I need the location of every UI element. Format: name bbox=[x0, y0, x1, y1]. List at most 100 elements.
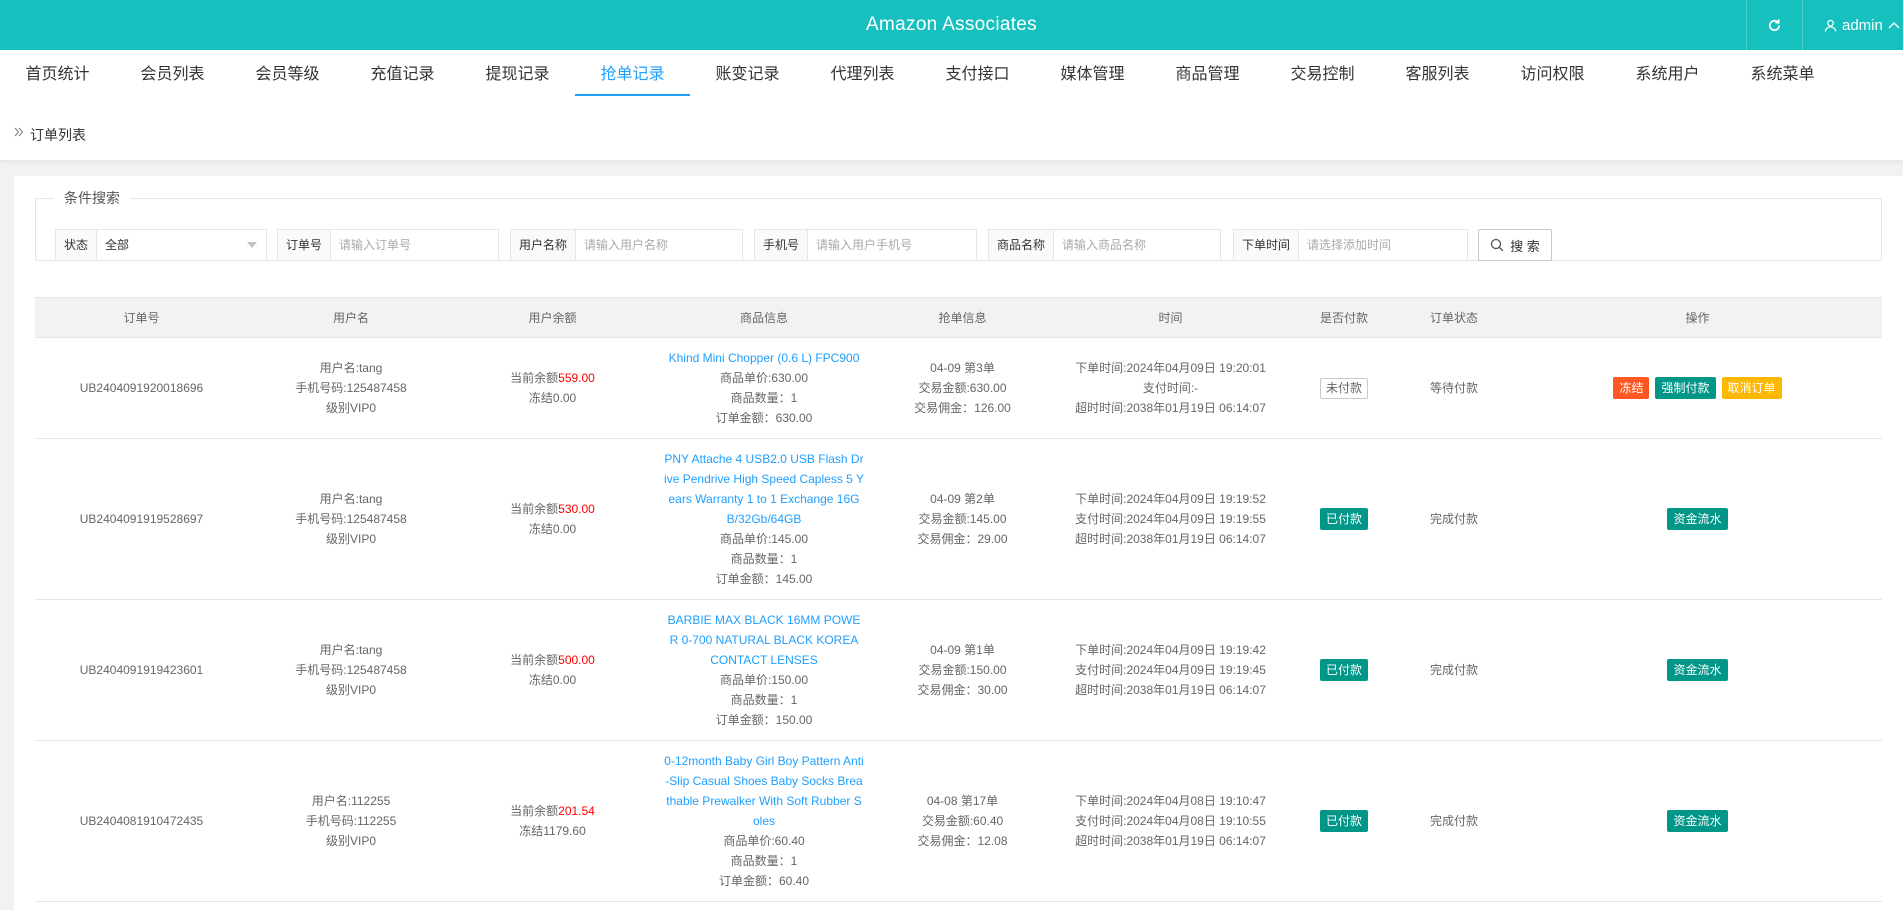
grab-info-cell: 04-09 第2单 交易金额:145.00 交易佣金：29.00 bbox=[877, 438, 1048, 600]
cancel-order-button[interactable]: 取消订单 bbox=[1721, 377, 1782, 399]
nav-tab[interactable]: 支付接口 bbox=[920, 50, 1035, 98]
search-button[interactable]: 搜 索 bbox=[1478, 229, 1552, 261]
balance-label: 当前余额 bbox=[510, 371, 559, 385]
username-input[interactable] bbox=[576, 230, 742, 260]
user-menu[interactable]: admin bbox=[1824, 0, 1900, 50]
column-header: 用户余额 bbox=[454, 297, 651, 338]
top-bar: Amazon Associates admin bbox=[0, 0, 1903, 50]
trade-amount: 交易金额:145.00 bbox=[918, 512, 1007, 526]
order-no-cell: UB2404091919423601 bbox=[35, 599, 248, 741]
nav-tab[interactable]: 首页统计 bbox=[0, 50, 115, 98]
nav-tab[interactable]: 系统用户 bbox=[1610, 50, 1725, 98]
user-cell: 用户名:tang 手机号码:125487458 级别VIP0 bbox=[248, 337, 454, 439]
search-legend: 条件搜索 bbox=[64, 190, 120, 206]
commission: 交易佣金：29.00 bbox=[917, 532, 1008, 546]
product-name-link[interactable]: Khind Mini Chopper (0.6 L) FPC900 bbox=[664, 348, 864, 368]
order-no-cell: UB2404091920018696 bbox=[35, 337, 248, 439]
pay-time: 支付时间:2024年04月09日 19:19:55 bbox=[1075, 512, 1266, 526]
nav-tab[interactable]: 代理列表 bbox=[805, 50, 920, 98]
user-level: 级别VIP0 bbox=[325, 532, 377, 546]
fund-flow-button[interactable]: 资金流水 bbox=[1667, 810, 1728, 832]
column-header: 商品信息 bbox=[651, 297, 877, 338]
username-field: 用户名称 bbox=[510, 229, 743, 261]
product-cell: 0-12month Baby Girl Boy Pattern Anti-Sli… bbox=[651, 740, 877, 902]
grab-info: 04-09 第3单 bbox=[930, 361, 995, 375]
paid-cell: 已付款 bbox=[1293, 740, 1395, 902]
fund-flow-button[interactable]: 资金流水 bbox=[1667, 508, 1728, 530]
product-name-link[interactable]: 0-12month Baby Girl Boy Pattern Anti-Sli… bbox=[664, 751, 864, 831]
expire-time: 超时时间:2038年01月19日 06:14:07 bbox=[1075, 683, 1266, 697]
quantity: 商品数量：1 bbox=[730, 391, 798, 405]
status-cell: 完成付款 bbox=[1395, 740, 1513, 902]
nav-tab[interactable]: 客服列表 bbox=[1380, 50, 1495, 98]
user-name: 用户名:tang bbox=[319, 643, 383, 657]
actions-cell: 资金流水 bbox=[1513, 438, 1882, 600]
phone-input[interactable] bbox=[808, 230, 976, 260]
grab-info: 04-09 第1单 bbox=[930, 643, 995, 657]
main-nav: 首页统计 会员列表 会员等级 充值记录 提现记录 抢单记录 账变记录 代理列表 支付接口 媒体管理… bbox=[0, 50, 1903, 98]
column-header: 订单号 bbox=[35, 297, 248, 338]
quantity: 商品数量：1 bbox=[730, 693, 798, 707]
content-panel: 条件搜索 状态 全部 订单号 用户名称 手机号 商品名称 下单时间 搜 索 bbox=[14, 176, 1903, 910]
pay-time: 支付时间:2024年04月08日 19:10:55 bbox=[1075, 814, 1266, 828]
status-select[interactable]: 状态 全部 bbox=[55, 229, 267, 261]
order-time: 下单时间:2024年04月09日 19:20:01 bbox=[1075, 361, 1266, 375]
column-header: 用户名 bbox=[248, 297, 454, 338]
unit-price: 商品单价:630.00 bbox=[719, 371, 809, 385]
unit-price: 商品单价:60.40 bbox=[723, 834, 805, 848]
nav-tab[interactable]: 会员等级 bbox=[230, 50, 345, 98]
frozen-amount: 冻结0.00 bbox=[528, 522, 577, 536]
user-icon bbox=[1824, 19, 1837, 32]
column-header: 订单状态 bbox=[1395, 297, 1513, 338]
product-input[interactable] bbox=[1054, 230, 1220, 260]
time-cell: 下单时间:2024年04月08日 19:10:47 支付时间:2024年04月08… bbox=[1048, 740, 1293, 902]
product-name-link[interactable]: PNY Attache 4 USB2.0 USB Flash Drive Pen… bbox=[664, 449, 864, 529]
paid-badge: 已付款 bbox=[1319, 810, 1368, 832]
nav-tab[interactable]: 商品管理 bbox=[1150, 50, 1265, 98]
balance-cell: 当前余额559.00 冻结0.00 bbox=[454, 337, 651, 439]
refresh-button[interactable] bbox=[1746, 0, 1802, 50]
pay-time: 支付时间:2024年04月09日 19:19:45 bbox=[1075, 663, 1266, 677]
order-time-input[interactable] bbox=[1299, 230, 1467, 260]
chevron-up-icon bbox=[1888, 22, 1900, 29]
balance-label: 当前余额 bbox=[510, 502, 559, 516]
user-phone: 手机号码:125487458 bbox=[295, 381, 407, 395]
fund-flow-button[interactable]: 资金流水 bbox=[1667, 659, 1728, 681]
breadcrumb: 订单列表 bbox=[0, 98, 1903, 160]
order-status: 完成付款 bbox=[1429, 814, 1478, 828]
nav-tab[interactable]: 访问权限 bbox=[1495, 50, 1610, 98]
user-phone: 手机号码:125487458 bbox=[295, 663, 407, 677]
paid-badge: 未付款 bbox=[1319, 377, 1368, 399]
nav-tab[interactable]: 提现记录 bbox=[460, 50, 575, 98]
expire-time: 超时时间:2038年01月19日 06:14:07 bbox=[1075, 532, 1266, 546]
nav-tab[interactable]: 系统菜单 bbox=[1725, 50, 1840, 98]
commission: 交易佣金：30.00 bbox=[917, 683, 1008, 697]
expire-time: 超时时间:2038年01月19日 06:14:07 bbox=[1075, 834, 1266, 848]
force-pay-button[interactable]: 强制付款 bbox=[1655, 377, 1716, 399]
freeze-button[interactable]: 冻结 bbox=[1613, 377, 1650, 399]
order-amount: 订单金额：630.00 bbox=[715, 411, 813, 425]
nav-tab[interactable]: 交易控制 bbox=[1265, 50, 1380, 98]
nav-tab[interactable]: 媒体管理 bbox=[1035, 50, 1150, 98]
nav-tab[interactable]: 充值记录 bbox=[345, 50, 460, 98]
order-status: 完成付款 bbox=[1429, 663, 1478, 677]
order-time: 下单时间:2024年04月08日 19:10:47 bbox=[1075, 794, 1266, 808]
product-label: 商品名称 bbox=[989, 230, 1055, 260]
unit-price: 商品单价:150.00 bbox=[719, 673, 809, 687]
pay-time: 支付时间:- bbox=[1142, 381, 1199, 395]
actions-cell: 资金流水 bbox=[1513, 599, 1882, 741]
nav-tab[interactable]: 抢单记录 bbox=[575, 50, 690, 98]
product-cell: PNY Attache 4 USB2.0 USB Flash Drive Pen… bbox=[651, 438, 877, 600]
nav-tab[interactable]: 会员列表 bbox=[115, 50, 230, 98]
status-value: 全部 bbox=[105, 238, 130, 252]
table-row: UB2404091920018696 用户名:tang 手机号码:125487458… bbox=[35, 337, 1882, 439]
trade-amount: 交易金额:60.40 bbox=[921, 814, 1004, 828]
topbar-divider bbox=[1802, 0, 1803, 50]
order-no-cell: UB2404081910472435 bbox=[35, 740, 248, 902]
order-no-input[interactable] bbox=[331, 230, 498, 260]
product-name-link[interactable]: BARBIE MAX BLACK 16MM POWER 0-700 NATURA… bbox=[664, 610, 864, 670]
nav-tab[interactable]: 账变记录 bbox=[690, 50, 805, 98]
balance-cell: 当前余额530.00 冻结0.00 bbox=[454, 438, 651, 600]
balance-value: 559.00 bbox=[558, 371, 595, 385]
grab-info-cell: 04-08 第17单 交易金额:60.40 交易佣金：12.08 bbox=[877, 740, 1048, 902]
